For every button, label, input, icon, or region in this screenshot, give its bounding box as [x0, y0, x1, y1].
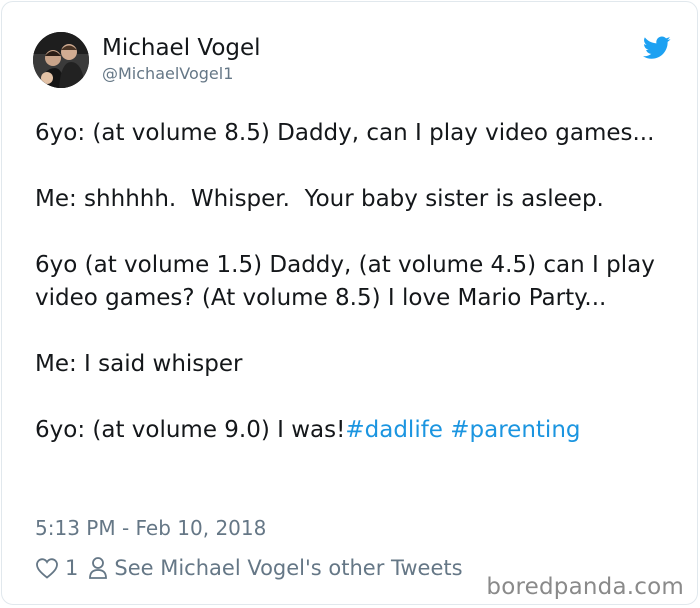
- twitter-bird-icon[interactable]: [642, 36, 671, 60]
- tweet-paragraph: Me: shhhhh. Whisper. Your baby sister is…: [35, 186, 604, 212]
- author-name[interactable]: Michael Vogel: [102, 35, 261, 61]
- hashtag-parenting[interactable]: #parenting: [450, 417, 580, 443]
- tweet-paragraph: 6yo: (at volume 8.5) Daddy, can I play v…: [35, 120, 655, 146]
- tweet-timestamp[interactable]: 5:13 PM - Feb 10, 2018: [35, 516, 266, 540]
- other-tweets-link[interactable]: See Michael Vogel's other Tweets: [114, 556, 462, 580]
- tweet-actions: 1 See Michael Vogel's other Tweets: [35, 554, 463, 582]
- author-handle[interactable]: @MichaelVogel1: [102, 64, 233, 83]
- tweet-paragraph: Me: I said whisper: [35, 351, 243, 377]
- tweet-text: 6yo: (at volume 8.5) Daddy, can I play v…: [35, 117, 675, 447]
- tweet-card: Michael Vogel @MichaelVogel1 6yo: (at vo…: [1, 1, 698, 605]
- hashtag-dadlife[interactable]: #dadlife: [345, 417, 443, 443]
- heart-icon[interactable]: [35, 557, 59, 579]
- like-count[interactable]: 1: [65, 556, 78, 580]
- avatar-photo: [33, 32, 89, 88]
- person-icon: [88, 556, 108, 580]
- tweet-last-line: 6yo: (at volume 9.0) I was!#dadlife #par…: [35, 414, 675, 447]
- tweet-last-line-text: 6yo: (at volume 9.0) I was!: [35, 417, 346, 443]
- avatar[interactable]: [33, 32, 89, 88]
- tweet-paragraph: 6yo (at volume 1.5) Daddy, (at volume 4.…: [35, 252, 663, 311]
- watermark: boredpanda.com: [486, 574, 684, 600]
